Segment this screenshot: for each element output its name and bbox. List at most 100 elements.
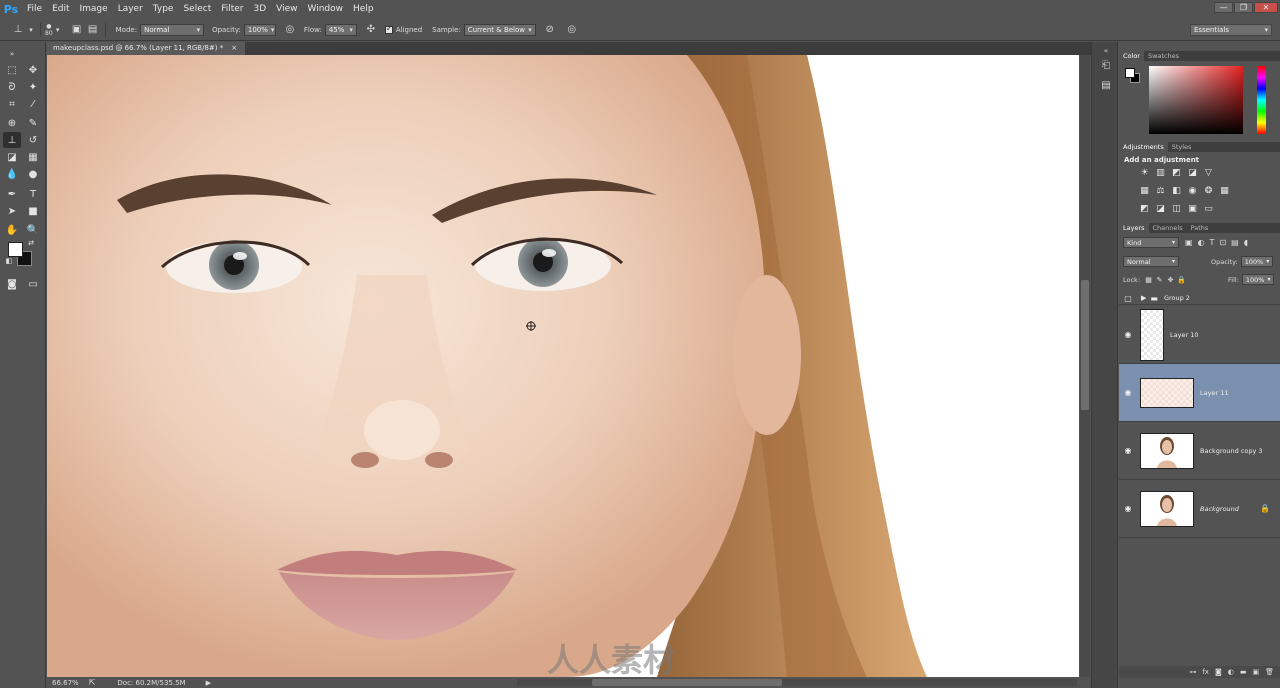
channel-mixer-icon[interactable]: ❂ xyxy=(1203,186,1214,196)
pen-tool-icon[interactable]: ✒ xyxy=(3,186,21,202)
menu-3d[interactable]: 3D xyxy=(249,0,272,19)
menu-help[interactable]: Help xyxy=(348,0,379,19)
gradient-tool-icon[interactable]: ▦ xyxy=(24,149,42,165)
mode-select[interactable]: Normal xyxy=(140,23,205,36)
levels-icon[interactable]: ▥ xyxy=(1155,168,1166,178)
filter-shape-icon[interactable]: ⊡ xyxy=(1219,238,1226,247)
swap-colors-icon[interactable]: ⇄ xyxy=(26,238,36,248)
vertical-scroll-thumb[interactable] xyxy=(1081,280,1089,410)
close-button[interactable]: ✕ xyxy=(1254,2,1278,13)
menu-filter[interactable]: Filter xyxy=(216,0,248,19)
panel-foreground-swatch[interactable] xyxy=(1125,68,1135,78)
photo-filter-icon[interactable]: ◉ xyxy=(1187,186,1198,196)
invert-icon[interactable]: ◩ xyxy=(1139,204,1150,214)
new-adjustment-icon[interactable]: ◐ xyxy=(1228,668,1234,676)
tool-preset-arrow-icon[interactable]: ▾ xyxy=(26,22,36,38)
menu-select[interactable]: Select xyxy=(178,0,216,19)
history-panel-icon[interactable]: ⎗ xyxy=(1098,58,1114,72)
lock-position-icon[interactable]: ✥ xyxy=(1166,275,1175,284)
ignore-adjustment-layers-icon[interactable]: ⊘ xyxy=(542,22,558,38)
minimize-button[interactable]: — xyxy=(1214,2,1233,13)
layer-row-group-2[interactable]: ▢ ▶ ▬ Group 2 xyxy=(1119,292,1280,305)
foreground-color-swatch[interactable] xyxy=(8,242,23,257)
lock-transparent-icon[interactable]: ▦ xyxy=(1144,275,1153,284)
filter-adjustment-icon[interactable]: ◐ xyxy=(1198,238,1205,247)
sample-select[interactable]: Current & Below xyxy=(463,23,536,36)
horizontal-scroll-thumb[interactable] xyxy=(592,679,782,686)
workspace-select[interactable]: Essentials xyxy=(1190,23,1272,36)
pressure-opacity-icon[interactable]: ◎ xyxy=(282,22,298,38)
layer-row-layer-11[interactable]: ◉ Layer 11 xyxy=(1119,364,1280,422)
new-layer-icon[interactable]: ▣ xyxy=(1252,668,1259,676)
fill-field[interactable]: 100% xyxy=(1241,274,1274,285)
shape-tool-icon[interactable]: ■ xyxy=(24,203,42,219)
healing-brush-tool-icon[interactable]: ⊕ xyxy=(3,115,21,131)
hand-tool-icon[interactable]: ✋ xyxy=(3,222,21,238)
hue-saturation-icon[interactable]: ▦ xyxy=(1139,186,1150,196)
black-white-icon[interactable]: ◧ xyxy=(1171,186,1182,196)
eraser-tool-icon[interactable]: ◪ xyxy=(3,149,21,165)
aligned-checkbox[interactable]: Aligned xyxy=(384,24,422,34)
horizontal-scrollbar[interactable] xyxy=(517,679,1077,686)
visibility-eye-icon[interactable]: ◉ xyxy=(1119,504,1137,513)
clone-stamp-tool-icon[interactable]: ⊥ xyxy=(3,132,21,148)
dodge-tool-icon[interactable]: ● xyxy=(24,166,42,182)
filter-toggle-icon[interactable]: ◖ xyxy=(1244,238,1248,247)
vertical-scrollbar[interactable] xyxy=(1080,55,1090,677)
crop-tool-icon[interactable]: ⌗ xyxy=(3,96,21,112)
visibility-toggle-off-icon[interactable]: ▢ xyxy=(1119,294,1137,303)
lock-image-icon[interactable]: ✎ xyxy=(1155,275,1164,284)
selective-color-icon[interactable]: ▣ xyxy=(1187,204,1198,214)
eyedropper-tool-icon[interactable]: ⁄ xyxy=(24,96,42,112)
new-group-icon[interactable]: ▬ xyxy=(1240,668,1247,676)
export-icon[interactable]: ⇱ xyxy=(89,678,96,687)
delete-layer-icon[interactable]: 🗑 xyxy=(1265,668,1274,676)
filter-smart-object-icon[interactable]: ▤ xyxy=(1231,238,1239,247)
path-selection-tool-icon[interactable]: ➤ xyxy=(3,203,21,219)
visibility-eye-icon[interactable]: ◉ xyxy=(1119,388,1137,397)
status-menu-arrow-icon[interactable]: ▶ xyxy=(206,679,211,687)
brush-preset-picker[interactable]: ● 80 xyxy=(45,23,53,37)
zoom-level[interactable]: 66.67% xyxy=(52,679,79,687)
lasso-tool-icon[interactable]: ᘐ xyxy=(3,79,21,95)
blur-tool-icon[interactable]: 💧 xyxy=(3,166,21,182)
pressure-size-icon[interactable]: ◎ xyxy=(564,22,580,38)
zoom-tool-icon[interactable]: 🔍 xyxy=(24,222,42,238)
menu-type[interactable]: Type xyxy=(148,0,179,19)
filter-pixel-icon[interactable]: ▣ xyxy=(1185,238,1193,247)
screen-mode-icon[interactable]: ▭ xyxy=(24,276,42,292)
brush-picker-arrow-icon[interactable]: ▾ xyxy=(53,22,63,38)
restore-button[interactable]: ❐ xyxy=(1234,2,1253,13)
layer-opacity-field[interactable]: 100% xyxy=(1240,256,1273,267)
clone-source-panel-icon[interactable]: ▤ xyxy=(85,22,101,38)
magic-wand-tool-icon[interactable]: ✦ xyxy=(24,79,42,95)
menu-view[interactable]: View xyxy=(271,0,302,19)
add-mask-icon[interactable]: ◙ xyxy=(1215,668,1222,676)
layer-filter-kind[interactable]: Kind xyxy=(1123,237,1179,248)
document-canvas[interactable]: 人人素材 xyxy=(47,55,1079,677)
airbrush-icon[interactable]: ✣ xyxy=(363,22,379,38)
menu-edit[interactable]: Edit xyxy=(47,0,74,19)
collapse-tools-icon[interactable]: » xyxy=(3,46,21,62)
default-colors-icon[interactable]: ◧ xyxy=(4,256,14,266)
type-tool-icon[interactable]: T xyxy=(24,186,42,202)
visibility-eye-icon[interactable]: ◉ xyxy=(1119,330,1137,339)
menu-window[interactable]: Window xyxy=(303,0,349,19)
history-brush-tool-icon[interactable]: ↺ xyxy=(24,132,42,148)
opacity-field[interactable]: 100% xyxy=(243,23,276,36)
document-tab[interactable]: makeupclass.psd @ 66.7% (Layer 11, RGB/8… xyxy=(47,42,246,55)
color-lookup-icon[interactable]: ▦ xyxy=(1219,186,1230,196)
expand-panels-icon[interactable]: « xyxy=(1098,44,1114,58)
link-layers-icon[interactable]: ⊶ xyxy=(1189,668,1196,676)
layer-row-background[interactable]: ◉ Background 🔒 xyxy=(1119,480,1280,538)
color-picker-field[interactable] xyxy=(1149,66,1243,134)
expand-group-icon[interactable]: ▶ xyxy=(1141,294,1146,302)
blend-mode-select[interactable]: Normal xyxy=(1123,256,1179,267)
layer-row-layer-10[interactable]: ◉ Layer 10 xyxy=(1119,306,1280,364)
posterize-icon[interactable]: ◪ xyxy=(1155,204,1166,214)
filter-type-icon[interactable]: T xyxy=(1210,238,1215,247)
lock-all-icon[interactable]: 🔒 xyxy=(1177,275,1186,284)
menu-layer[interactable]: Layer xyxy=(113,0,148,19)
marquee-tool-icon[interactable]: ⬚ xyxy=(3,62,21,78)
brush-tool-icon[interactable]: ✎ xyxy=(24,115,42,131)
